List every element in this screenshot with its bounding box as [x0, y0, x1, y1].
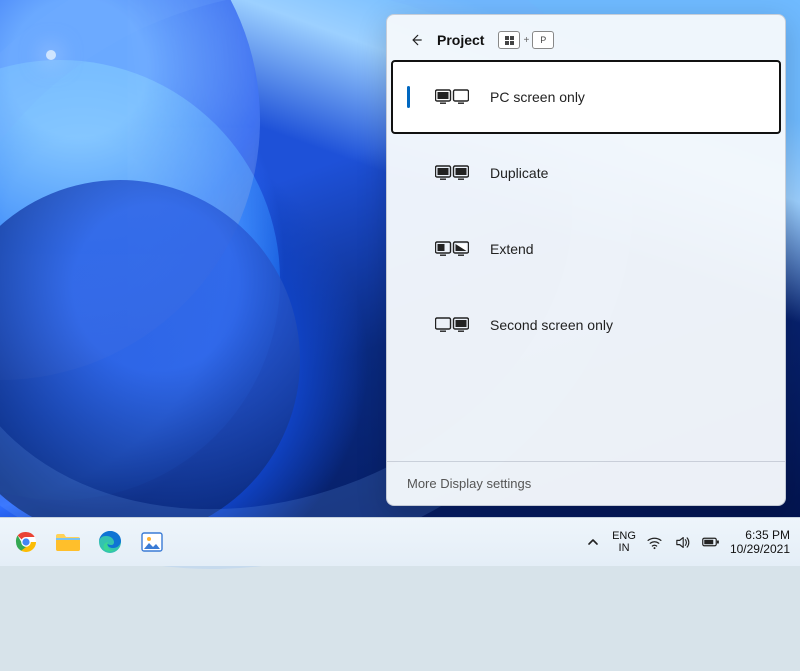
pc-screen-only-icon	[434, 87, 470, 107]
chevron-up-icon	[587, 536, 599, 548]
tray-overflow-button[interactable]	[584, 533, 602, 551]
option-label: PC screen only	[490, 89, 585, 105]
plus-icon: +	[523, 35, 529, 46]
windows-key-icon	[498, 31, 520, 49]
taskbar: ENG IN 6:35 PM 10/29/2021	[0, 517, 800, 566]
language-top: ENG	[612, 530, 636, 542]
option-extend[interactable]: Extend	[391, 212, 781, 286]
clock-date: 10/29/2021	[730, 542, 790, 556]
option-duplicate[interactable]: Duplicate	[391, 136, 781, 210]
wallpaper-shape	[46, 50, 56, 60]
option-label: Duplicate	[490, 165, 548, 181]
option-label: Second screen only	[490, 317, 613, 333]
clock[interactable]: 6:35 PM 10/29/2021	[730, 528, 790, 556]
arrow-left-icon	[409, 33, 423, 47]
wifi-icon[interactable]	[646, 533, 664, 551]
extend-icon	[434, 239, 470, 259]
edge-icon[interactable]	[96, 528, 124, 556]
language-indicator[interactable]: ENG IN	[612, 530, 636, 554]
option-pc-screen-only[interactable]: PC screen only	[391, 60, 781, 134]
language-bottom: IN	[612, 542, 636, 554]
project-flyout: Project + P PC screen only	[386, 14, 786, 506]
selection-indicator	[407, 86, 410, 108]
file-explorer-icon[interactable]	[54, 528, 82, 556]
taskbar-apps	[0, 528, 166, 556]
more-display-settings-link[interactable]: More Display settings	[387, 461, 785, 505]
flyout-title: Project	[437, 32, 484, 48]
volume-icon[interactable]	[674, 533, 692, 551]
project-options: PC screen only Duplicate	[387, 59, 785, 461]
shortcut-key: P	[532, 31, 554, 49]
option-second-screen-only[interactable]: Second screen only	[391, 288, 781, 362]
flyout-header: Project + P	[387, 15, 785, 59]
duplicate-icon	[434, 163, 470, 183]
shortcut-hint: + P	[498, 31, 554, 49]
back-button[interactable]	[405, 29, 427, 51]
photos-icon[interactable]	[138, 528, 166, 556]
chrome-icon[interactable]	[12, 528, 40, 556]
system-tray: ENG IN 6:35 PM 10/29/2021	[584, 528, 800, 556]
clock-time: 6:35 PM	[730, 528, 790, 542]
option-label: Extend	[490, 241, 534, 257]
battery-icon[interactable]	[702, 533, 720, 551]
second-screen-only-icon	[434, 315, 470, 335]
